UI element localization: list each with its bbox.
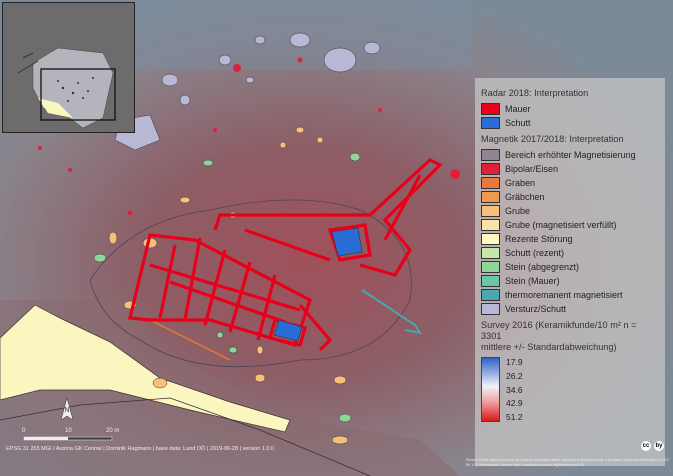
magnetik-label: Gräbchen [505,192,545,202]
magnetik-swatch [481,303,500,315]
magnetik-swatch [481,233,500,245]
magnetik-item: Grube (magnetisiert verfüllt) [481,218,659,232]
legend-magnetik-list: Bereich erhöhter Magnetisierung Bipolar/E… [481,148,659,316]
legend-survey-title-line2: mittlere +/- Standardabweichung) [481,342,617,352]
magnetik-label: Schutt (rezent) [505,248,565,258]
magnetik-label: Bereich erhöhter Magnetisierung [505,150,636,160]
magnetik-item: Grube [481,204,659,218]
magnetik-swatch [481,177,500,189]
radar-label: Mauer [505,104,531,114]
survey-ticks: 17.9 26.2 34.6 42.9 51.2 [506,357,523,422]
magnetik-item: Stein (Mauer) [481,274,659,288]
magnetik-item: Bipolar/Eisen [481,162,659,176]
magnetik-swatch [481,163,500,175]
survey-tick: 42.9 [506,398,523,409]
radar-item: Mauer [481,102,659,116]
magnetik-label: thermoremanent magnetisiert [505,290,623,300]
magnetik-item: Gräbchen [481,190,659,204]
map-footer: EPSG 31 255 MGI / Austria GK Central | D… [6,446,275,452]
magnetik-swatch [481,149,500,161]
legend-radar-list: Mauer Schutt [481,102,659,130]
magnetik-label: Graben [505,178,536,188]
magnetik-swatch [481,247,500,259]
by-license-icon[interactable]: by [654,441,664,451]
magnetik-swatch [481,261,500,273]
radar-label: Schutt [505,118,531,128]
survey-colorbar: 17.9 26.2 34.6 42.9 51.2 [481,357,659,422]
magnetik-label: Grube [505,206,531,216]
license-credit: Except for the logos and icons and unles… [466,458,669,467]
radar-swatch [481,117,500,129]
magnetik-label: Versturz/Schutt [505,304,567,314]
magnetik-swatch [481,191,500,203]
magnetik-item: thermoremanent magnetisiert [481,288,659,302]
legend-magnetik-title: Magnetik 2017/2018: Interpretation [481,134,624,144]
magnetik-item: Stein (abgegrenzt) [481,260,659,274]
survey-tick: 17.9 [506,357,523,367]
scale-label-20: 20 m [106,428,120,434]
radar-item: Schutt [481,116,659,130]
magnetik-item: Versturz/Schutt [481,302,659,316]
scale-label-10: 10 [65,428,72,434]
overview-map-svg [17,47,116,129]
svg-text:N: N [64,407,69,414]
survey-tick: 51.2 [506,412,523,422]
magnetik-label: Stein (abgegrenzt) [505,262,580,272]
scale-bar [23,436,113,441]
legend-radar-title: Radar 2018: Interpretation [481,88,589,98]
overview-map[interactable] [2,2,135,133]
magnetik-item: Schutt (rezent) [481,246,659,260]
survey-tick: 34.6 [506,384,523,395]
magnetik-label: Grube (magnetisiert verfüllt) [505,220,617,230]
magnetik-swatch [481,275,500,287]
legend-survey-title-line1: Survey 2016 (Keramikfunde/10 m² n = 3301 [481,320,637,341]
magnetik-item: Bereich erhöhter Magnetisierung [481,148,659,162]
survey-gradient [481,357,500,422]
survey-tick: 26.2 [506,370,523,381]
magnetik-label: Stein (Mauer) [505,276,560,286]
cc-license-icon[interactable]: cc [641,441,651,451]
map-canvas[interactable]: N Radar 2018: Interpretation Mauer Schutt… [0,0,673,476]
radar-swatch [481,103,500,115]
magnetik-label: Rezente Störung [505,234,573,244]
scale-label-0: 0 [22,428,26,434]
map-legend: Radar 2018: Interpretation Mauer Schutt M… [475,78,665,466]
magnetik-item: Rezente Störung [481,232,659,246]
magnetik-swatch [481,219,500,231]
magnetik-item: Graben [481,176,659,190]
magnetik-swatch [481,289,500,301]
magnetik-swatch [481,205,500,217]
magnetik-label: Bipolar/Eisen [505,164,559,174]
